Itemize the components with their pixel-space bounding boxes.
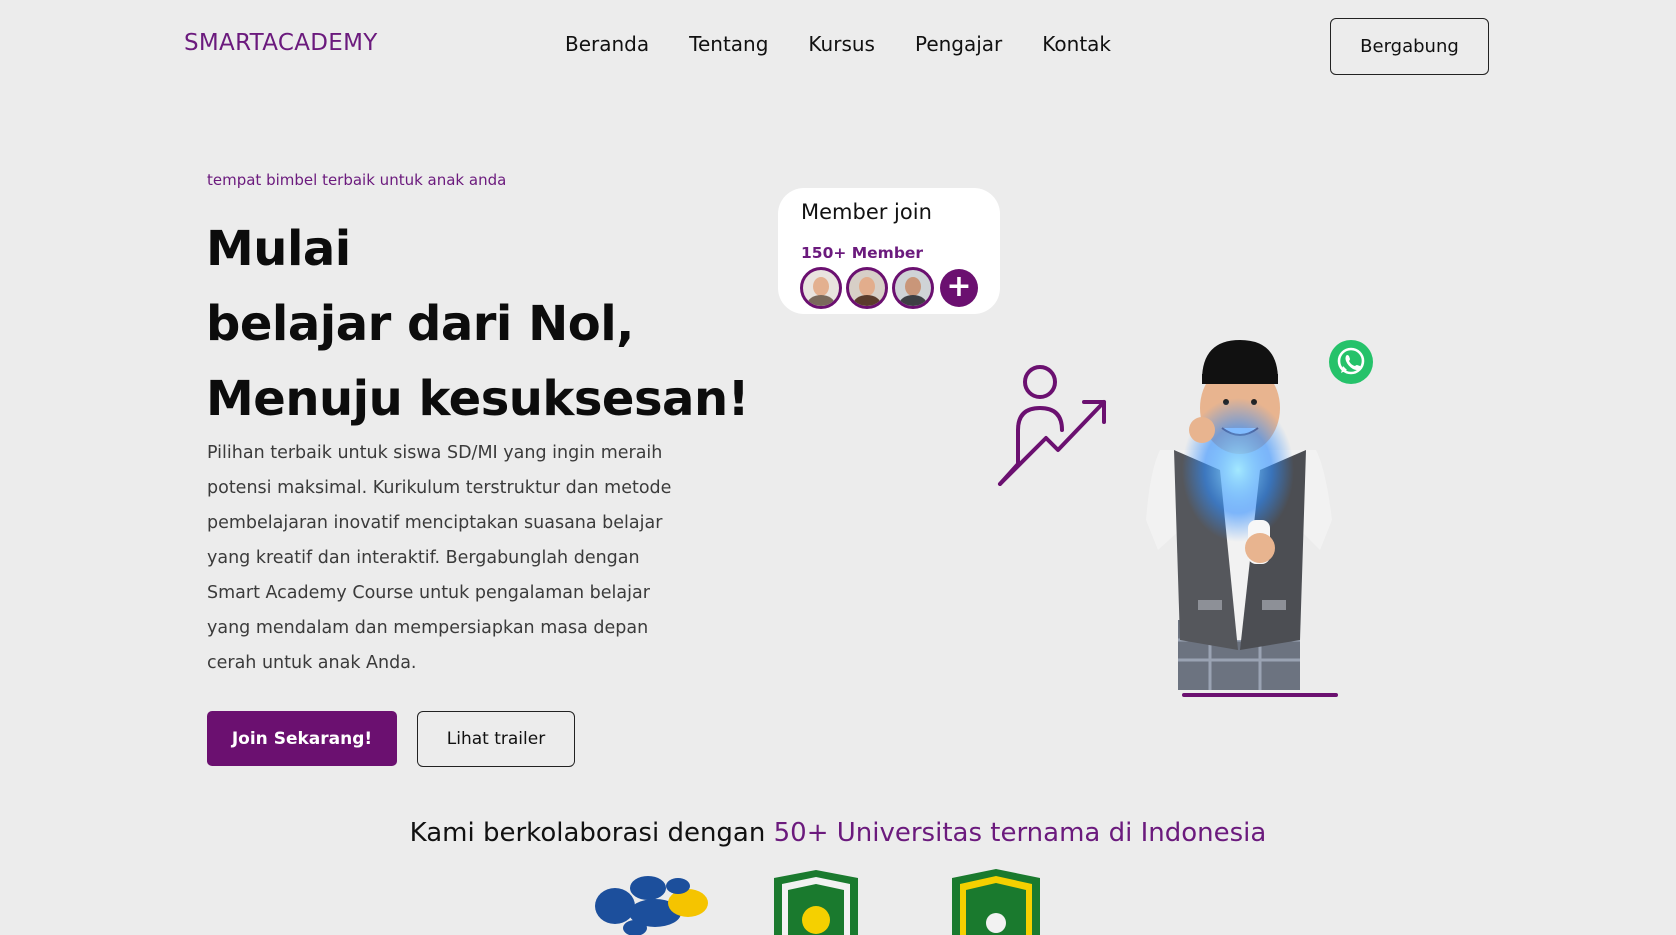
nav-kursus[interactable]: Kursus — [808, 32, 875, 56]
nav-kontak[interactable]: Kontak — [1042, 32, 1111, 56]
nav-tentang[interactable]: Tentang — [689, 32, 768, 56]
nav-beranda[interactable]: Beranda — [565, 32, 649, 56]
headline-line-1: Mulai — [206, 221, 351, 277]
collaboration-heading: Kami berkolaborasi dengan 50+ Universita… — [0, 818, 1676, 848]
lihat-trailer-button[interactable]: Lihat trailer — [417, 711, 575, 767]
avatar — [846, 267, 888, 309]
collab-highlight: 50+ Universitas ternama di Indonesia — [773, 818, 1267, 848]
nav-pengajar[interactable]: Pengajar — [915, 32, 1002, 56]
member-count: 150+ Member — [801, 244, 924, 262]
headline-line-2: belajar dari Nol, — [206, 296, 634, 352]
university-logos — [595, 869, 1040, 935]
avatar — [800, 267, 842, 309]
hero-headline: Mulai belajar dari Nol, Menuju kesuksesa… — [206, 212, 766, 437]
member-card-title: Member join — [801, 200, 932, 224]
collab-prefix: Kami berkolaborasi dengan — [409, 818, 774, 848]
hero-tagline: tempat bimbel terbaik untuk anak anda — [207, 171, 507, 189]
main-nav: Beranda Tentang Kursus Pengajar Kontak — [565, 32, 1151, 56]
avatar — [892, 267, 934, 309]
join-sekarang-button[interactable]: Join Sekarang! — [207, 711, 397, 766]
member-card: Member join 150+ Member + — [778, 188, 1000, 314]
university-logo-2 — [774, 870, 858, 935]
university-logo-3 — [952, 869, 1040, 935]
member-avatars: + — [800, 267, 978, 309]
student-illustration — [1146, 340, 1338, 697]
bergabung-button[interactable]: Bergabung — [1330, 18, 1489, 75]
brand-logo[interactable]: SMARTACADEMY — [184, 30, 378, 56]
growth-person-icon — [998, 365, 1106, 486]
headline-line-3: Menuju kesuksesan! — [206, 371, 750, 427]
plus-icon[interactable]: + — [940, 269, 978, 307]
hero-description: Pilihan terbaik untuk siswa SD/MI yang i… — [207, 443, 672, 673]
university-logo-1 — [595, 876, 708, 935]
page: SMARTACADEMY Beranda Tentang Kursus Peng… — [0, 0, 1676, 935]
